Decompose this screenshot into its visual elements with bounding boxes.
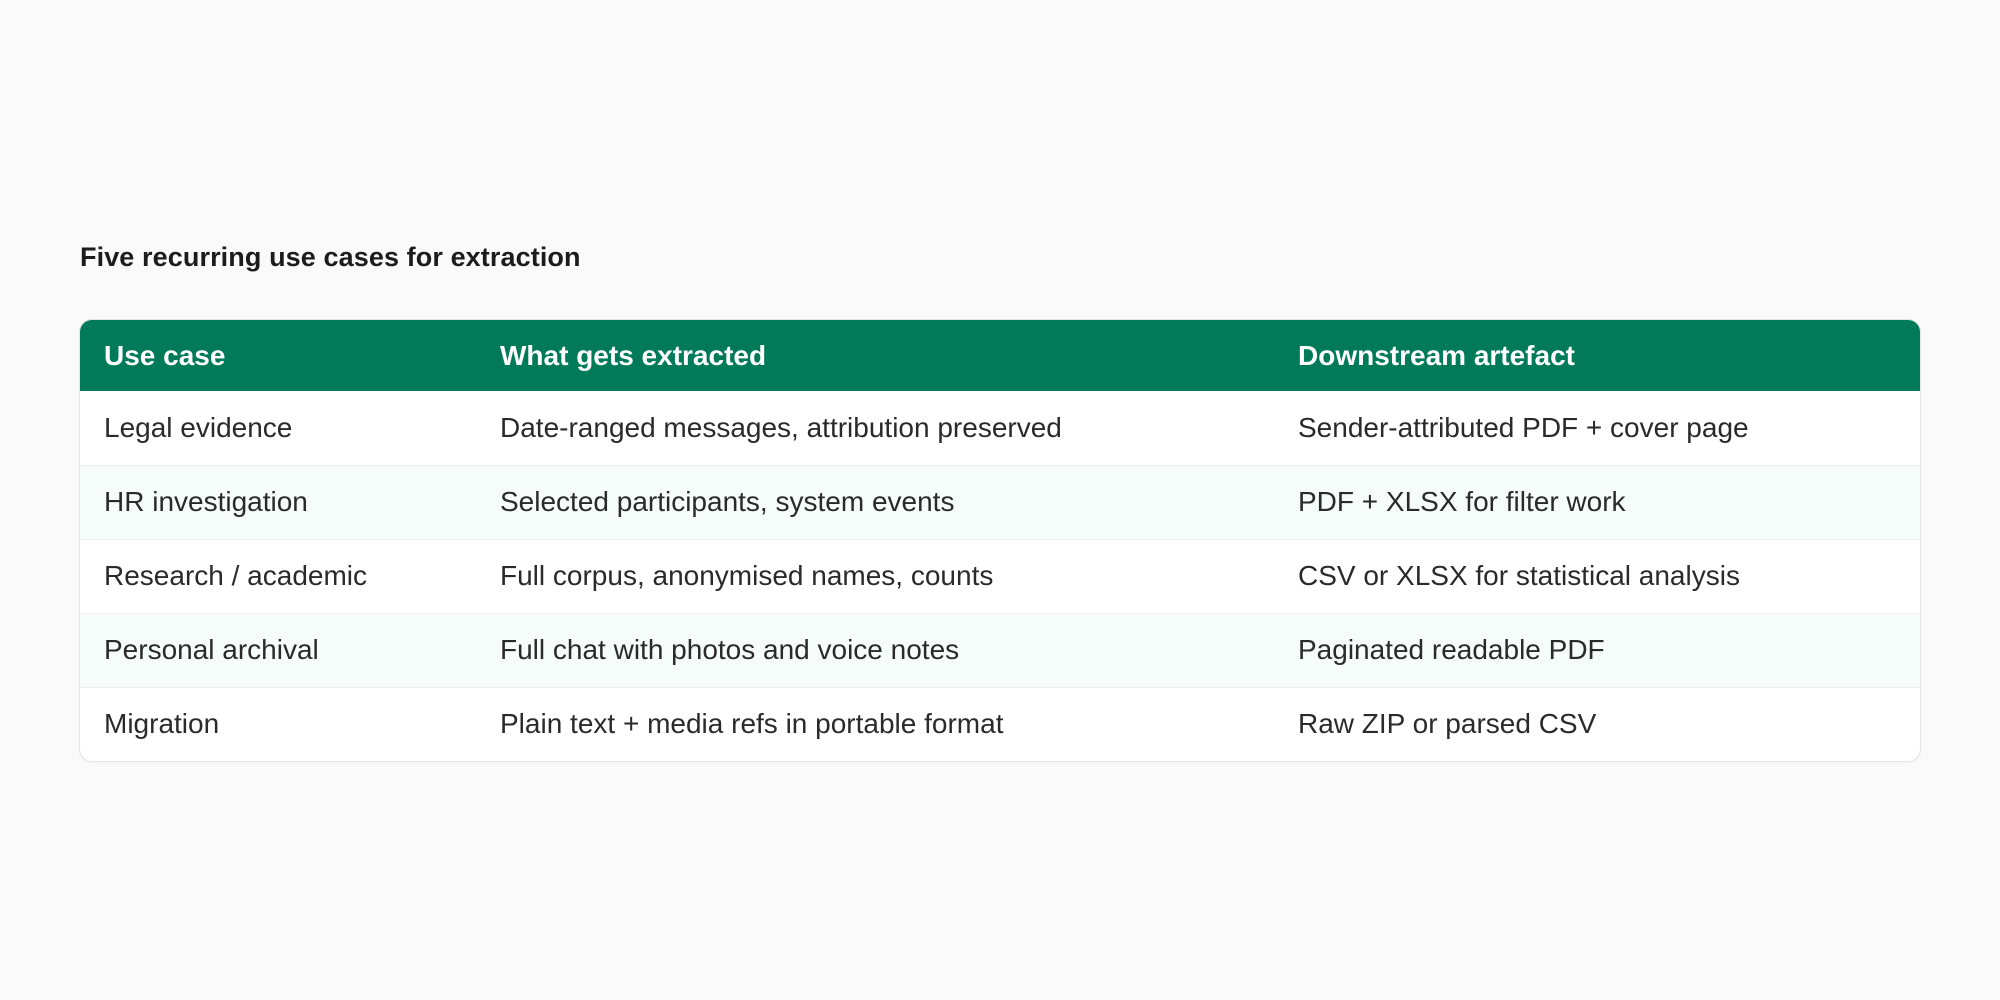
- column-header-what-gets-extracted: What gets extracted: [476, 320, 1274, 391]
- use-cases-table: Use case What gets extracted Downstream …: [80, 320, 1920, 761]
- cell-use-case: Personal archival: [80, 612, 476, 687]
- cell-use-case: Legal evidence: [104, 411, 293, 443]
- cell-what-gets-extracted: Date-ranged messages, attribution preser…: [500, 411, 1062, 443]
- cell-use-case: Migration: [80, 686, 476, 761]
- column-header-downstream-artefact: Downstream artefact: [1274, 320, 1920, 391]
- cell-downstream-artefact: CSV or XLSX for statistical analysis: [1274, 538, 1920, 613]
- cell-downstream-artefact: Raw ZIP or parsed CSV: [1274, 686, 1920, 761]
- table-row: HR investigation Selected participants, …: [80, 464, 1920, 539]
- cell-what-gets-extracted: Plain text + media refs in portable form…: [476, 686, 1274, 761]
- table-row: Research / academic Full corpus, anonymi…: [80, 538, 1920, 613]
- cell-downstream-artefact: PDF + XLSX for filter work: [1274, 464, 1920, 539]
- cell-downstream-artefact: Sender-attributed PDF + cover page: [1298, 411, 1749, 443]
- table-row: Personal archival Full chat with photos …: [80, 612, 1920, 687]
- table-row: Migration Plain text + media refs in por…: [80, 686, 1920, 761]
- table-row: Legal evidence Date-ranged messages, att…: [80, 391, 1920, 465]
- column-header-use-case: Use case: [80, 320, 476, 391]
- cell-use-case: Research / academic: [80, 538, 476, 613]
- cell-use-case: HR investigation: [80, 464, 476, 539]
- cell-downstream-artefact: Paginated readable PDF: [1274, 612, 1920, 687]
- table-header-row: Use case What gets extracted Downstream …: [80, 320, 1920, 391]
- cell-what-gets-extracted: Full corpus, anonymised names, counts: [476, 538, 1274, 613]
- cell-what-gets-extracted: Full chat with photos and voice notes: [476, 612, 1274, 687]
- cell-what-gets-extracted: Selected participants, system events: [476, 464, 1274, 539]
- table-caption: Five recurring use cases for extraction: [80, 242, 581, 272]
